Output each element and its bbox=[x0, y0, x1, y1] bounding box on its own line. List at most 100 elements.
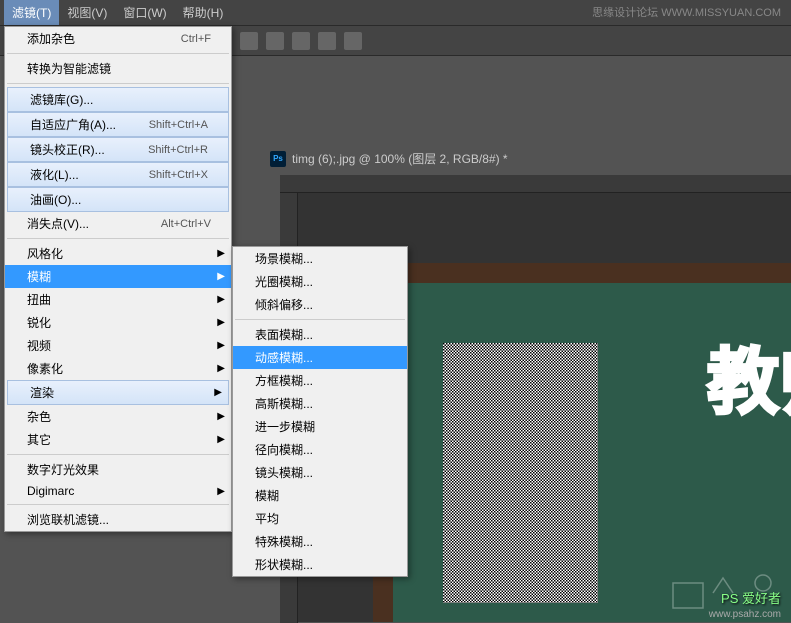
menu-item-label: 镜头校正(R)... bbox=[30, 141, 105, 158]
menu-item-label: 模糊 bbox=[27, 268, 51, 285]
toolbar-icon[interactable] bbox=[240, 32, 258, 50]
menu-item-表面模糊...[interactable]: 表面模糊... bbox=[233, 323, 407, 346]
menu-窗口(W)[interactable]: 窗口(W) bbox=[115, 0, 174, 25]
menu-item-杂色[interactable]: 杂色 ▶ bbox=[5, 405, 231, 428]
chalk-text: 教师节 bbox=[707, 323, 791, 428]
menu-item-label: 添加杂色 bbox=[27, 30, 75, 47]
submenu-arrow-icon: ▶ bbox=[217, 294, 225, 305]
menu-滤镜(T)[interactable]: 滤镜(T) bbox=[4, 0, 59, 25]
menu-item-label: 杂色 bbox=[27, 408, 51, 425]
menu-item-镜头模糊...[interactable]: 镜头模糊... bbox=[233, 461, 407, 484]
menu-item-浏览联机滤镜...[interactable]: 浏览联机滤镜... bbox=[5, 508, 231, 531]
menu-item-特殊模糊...[interactable]: 特殊模糊... bbox=[233, 530, 407, 553]
menu-帮助(H)[interactable]: 帮助(H) bbox=[175, 0, 232, 25]
submenu-arrow-icon: ▶ bbox=[217, 486, 225, 497]
toolbar-icon[interactable] bbox=[318, 32, 336, 50]
menu-item-label: 数字灯光效果 bbox=[27, 461, 99, 478]
menu-item-锐化[interactable]: 锐化 ▶ bbox=[5, 311, 231, 334]
menu-item-形状模糊...[interactable]: 形状模糊... bbox=[233, 553, 407, 576]
menu-item-转换为智能滤镜[interactable]: 转换为智能滤镜 bbox=[5, 57, 231, 80]
menu-item-label: 方框模糊... bbox=[255, 372, 313, 389]
menu-item-场景模糊...[interactable]: 场景模糊... bbox=[233, 247, 407, 270]
menu-item-高斯模糊...[interactable]: 高斯模糊... bbox=[233, 392, 407, 415]
submenu-arrow-icon: ▶ bbox=[217, 317, 225, 328]
menu-item-模糊[interactable]: 模糊 ▶ bbox=[5, 265, 231, 288]
submenu-arrow-icon: ▶ bbox=[217, 411, 225, 422]
menu-separator bbox=[7, 83, 229, 84]
menu-item-label: 渲染 bbox=[30, 384, 54, 401]
menu-item-label: 风格化 bbox=[27, 245, 63, 262]
menu-item-label: 液化(L)... bbox=[30, 166, 79, 183]
menu-item-像素化[interactable]: 像素化 ▶ bbox=[5, 357, 231, 380]
menu-item-径向模糊...[interactable]: 径向模糊... bbox=[233, 438, 407, 461]
menu-item-其它[interactable]: 其它 ▶ bbox=[5, 428, 231, 451]
menu-item-光圈模糊...[interactable]: 光圈模糊... bbox=[233, 270, 407, 293]
menu-item-渲染[interactable]: 渲染▶ bbox=[7, 380, 229, 405]
menu-item-label: 转换为智能滤镜 bbox=[27, 60, 111, 77]
canvas[interactable]: 教师节 bbox=[373, 263, 791, 622]
menu-item-消失点(V)...[interactable]: 消失点(V)...Alt+Ctrl+V bbox=[5, 212, 231, 235]
toolbar-icon[interactable] bbox=[344, 32, 362, 50]
horizontal-ruler bbox=[280, 175, 791, 193]
menu-item-方框模糊...[interactable]: 方框模糊... bbox=[233, 369, 407, 392]
menu-item-label: 进一步模糊 bbox=[255, 418, 315, 435]
menu-item-label: 浏览联机滤镜... bbox=[27, 511, 109, 528]
menu-item-label: 锐化 bbox=[27, 314, 51, 331]
menu-item-视频[interactable]: 视频 ▶ bbox=[5, 334, 231, 357]
menu-item-风格化[interactable]: 风格化 ▶ bbox=[5, 242, 231, 265]
url-watermark: www.psahz.com bbox=[709, 609, 781, 620]
menu-item-label: 其它 bbox=[27, 431, 51, 448]
menu-shortcut: Shift+Ctrl+R bbox=[148, 144, 208, 156]
menu-item-滤镜库(G)...[interactable]: 滤镜库(G)... bbox=[7, 87, 229, 112]
menu-item-平均[interactable]: 平均 bbox=[233, 507, 407, 530]
menubar: 滤镜(T)视图(V)窗口(W)帮助(H) 思缘设计论坛 WWW.MISSYUAN… bbox=[0, 0, 791, 26]
menu-item-动感模糊...[interactable]: 动感模糊... bbox=[233, 346, 407, 369]
submenu-arrow-icon: ▶ bbox=[217, 271, 225, 282]
menu-item-数字灯光效果[interactable]: 数字灯光效果 bbox=[5, 458, 231, 481]
menu-item-label: 镜头模糊... bbox=[255, 464, 313, 481]
menu-item-label: 像素化 bbox=[27, 360, 63, 377]
menu-item-label: 表面模糊... bbox=[255, 326, 313, 343]
menu-item-油画(O)...[interactable]: 油画(O)... bbox=[7, 187, 229, 212]
submenu-arrow-icon: ▶ bbox=[217, 434, 225, 445]
menu-item-label: 形状模糊... bbox=[255, 556, 313, 573]
menu-separator bbox=[235, 319, 405, 320]
menu-item-扭曲[interactable]: 扭曲▶ bbox=[5, 288, 231, 311]
logo-watermark: PS 爱好者 bbox=[721, 588, 781, 607]
menu-item-进一步模糊[interactable]: 进一步模糊 bbox=[233, 415, 407, 438]
header-watermark: 思缘设计论坛 WWW.MISSYUAN.COM bbox=[592, 4, 781, 20]
menu-item-label: 倾斜偏移... bbox=[255, 296, 313, 313]
noise-selection bbox=[443, 343, 598, 603]
submenu-arrow-icon: ▶ bbox=[217, 363, 225, 374]
menu-item-label: 油画(O)... bbox=[30, 191, 81, 208]
menu-视图(V)[interactable]: 视图(V) bbox=[59, 0, 115, 25]
menu-item-label: 径向模糊... bbox=[255, 441, 313, 458]
menu-separator bbox=[7, 53, 229, 54]
menu-item-倾斜偏移...[interactable]: 倾斜偏移... bbox=[233, 293, 407, 316]
toolbar-icon[interactable] bbox=[292, 32, 310, 50]
menu-item-label: 视频 bbox=[27, 337, 51, 354]
menu-item-Digimarc[interactable]: Digimarc ▶ bbox=[5, 481, 231, 501]
menu-separator bbox=[7, 454, 229, 455]
menu-item-label: 高斯模糊... bbox=[255, 395, 313, 412]
menu-item-label: 光圈模糊... bbox=[255, 273, 313, 290]
menu-separator bbox=[7, 504, 229, 505]
menu-item-液化(L)...[interactable]: 液化(L)... Shift+Ctrl+X bbox=[7, 162, 229, 187]
menu-item-label: 平均 bbox=[255, 510, 279, 527]
menu-shortcut: Ctrl+F bbox=[181, 33, 211, 45]
blur-submenu-dropdown: 场景模糊... 光圈模糊... 倾斜偏移... 表面模糊... 动感模糊... 方框模糊.… bbox=[232, 246, 408, 577]
submenu-arrow-icon: ▶ bbox=[217, 340, 225, 351]
menu-item-label: 消失点(V)... bbox=[27, 215, 89, 232]
menu-item-label: 滤镜库(G)... bbox=[30, 91, 93, 108]
toolbar-icon[interactable] bbox=[266, 32, 284, 50]
menu-item-自适应广角(A)...[interactable]: 自适应广角(A)...Shift+Ctrl+A bbox=[7, 112, 229, 137]
menu-item-label: 特殊模糊... bbox=[255, 533, 313, 550]
document-tab[interactable]: Ps timg (6);.jpg @ 100% (图层 2, RGB/8#) * bbox=[270, 150, 508, 167]
chalkboard: 教师节 bbox=[393, 283, 791, 622]
menu-item-添加杂色[interactable]: 添加杂色 Ctrl+F bbox=[5, 27, 231, 50]
submenu-arrow-icon: ▶ bbox=[217, 248, 225, 259]
menu-item-label: Digimarc bbox=[27, 484, 74, 498]
menu-item-镜头校正(R)...[interactable]: 镜头校正(R)... Shift+Ctrl+R bbox=[7, 137, 229, 162]
menu-shortcut: Shift+Ctrl+X bbox=[149, 169, 208, 181]
menu-item-模糊[interactable]: 模糊 bbox=[233, 484, 407, 507]
